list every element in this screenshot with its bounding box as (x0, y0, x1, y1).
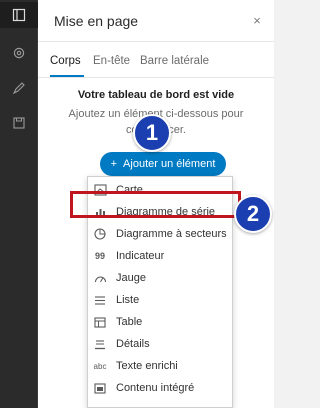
layout-icon[interactable] (0, 2, 38, 28)
menu-item-texte-enrichi[interactable]: abc Texte enrichi (88, 355, 234, 377)
menu-item-diagramme-a-secteurs[interactable]: Diagramme à secteurs (88, 223, 234, 245)
menu-item-details[interactable]: Détails (88, 333, 234, 355)
menu-item-label: Liste (116, 294, 140, 306)
menu-item-label: Texte enrichi (116, 360, 178, 372)
menu-item-jauge[interactable]: Jauge (88, 267, 234, 289)
callout-badge-2: 2 (234, 195, 272, 233)
tab-barre-laterale[interactable]: Barre latérale (140, 55, 209, 67)
embed-icon (92, 381, 108, 395)
panel-header: Mise en page × (38, 0, 274, 42)
highlight-box (70, 191, 241, 218)
side-rail (0, 0, 38, 408)
add-element-button[interactable]: + Ajouter un élément (100, 152, 226, 176)
brush-icon[interactable] (0, 75, 38, 101)
details-icon (92, 337, 108, 351)
menu-item-contenu-integre[interactable]: Contenu intégré (88, 377, 234, 399)
callout-badge-1: 1 (133, 114, 171, 152)
save-icon[interactable] (0, 110, 38, 136)
menu-item-label: Jauge (116, 272, 146, 284)
menu-item-label: Indicateur (116, 250, 165, 262)
menu-item-liste[interactable]: Liste (88, 289, 234, 311)
empty-state-title: Votre tableau de bord est vide (77, 89, 235, 101)
list-icon (92, 293, 108, 307)
rich-text-icon: abc (93, 361, 107, 371)
add-element-label: Ajouter un élément (123, 158, 216, 170)
indicator-icon: 99 (94, 251, 105, 261)
menu-item-indicateur[interactable]: 99 Indicateur (88, 245, 234, 267)
menu-item-label: Table (116, 316, 143, 328)
pie-chart-icon (92, 227, 108, 241)
gear-icon[interactable] (0, 40, 38, 66)
tab-en-tete[interactable]: En-tête (93, 55, 130, 67)
menu-item-table[interactable]: Table (88, 311, 234, 333)
menu-item-label: Diagramme à secteurs (116, 228, 227, 240)
menu-item-label: Contenu intégré (116, 382, 195, 394)
active-tab-indicator (50, 75, 84, 77)
close-icon[interactable]: × (248, 12, 266, 30)
tab-corps[interactable]: Corps (50, 55, 81, 67)
panel-title: Mise en page (54, 13, 139, 29)
menu-item-label: Détails (116, 338, 150, 350)
table-icon (92, 315, 108, 329)
tab-bar: Corps En-tête Barre latérale (38, 42, 274, 78)
plus-icon: + (110, 158, 118, 170)
gauge-icon (92, 271, 108, 285)
